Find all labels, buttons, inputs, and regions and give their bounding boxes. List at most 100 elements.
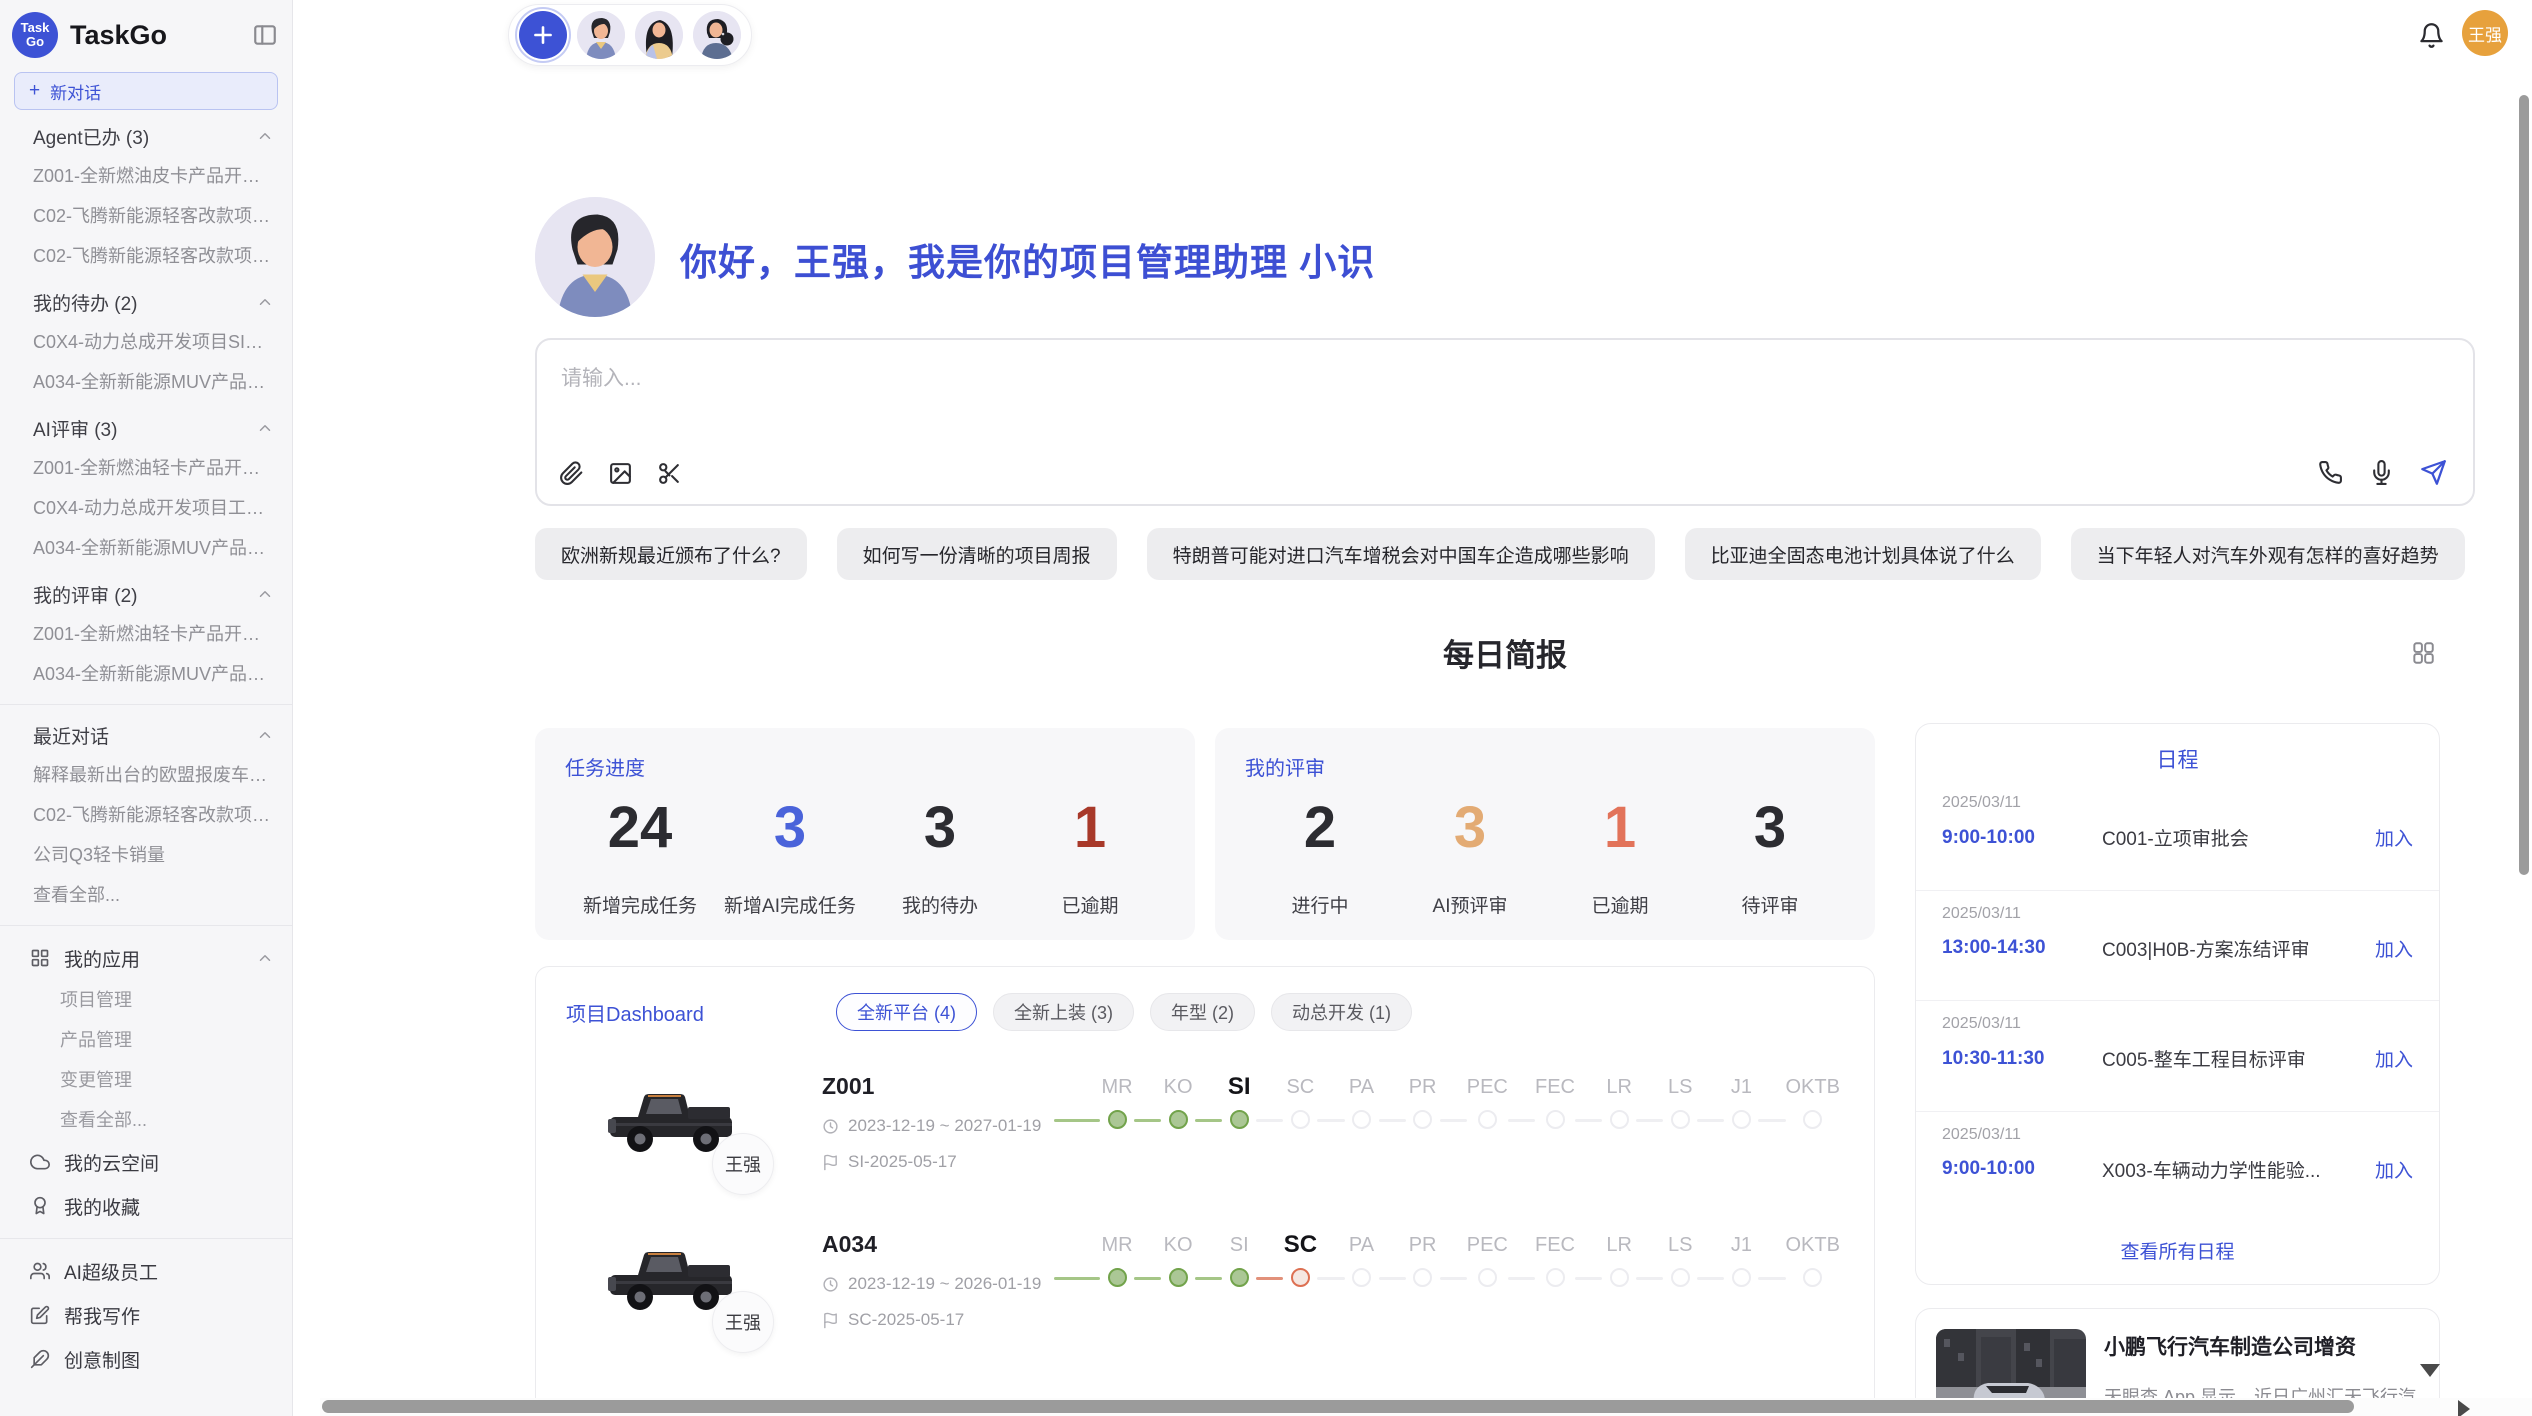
milestone-node: LR	[1602, 1229, 1636, 1287]
send-icon[interactable]	[2420, 459, 2447, 486]
recent-chats-view-all[interactable]: 查看全部...	[0, 875, 292, 915]
project-date-range: 2023-12-19 ~ 2027-01-19	[848, 1116, 1041, 1136]
milestone-dot	[1671, 1110, 1690, 1129]
milestone-dot	[1732, 1268, 1751, 1287]
section-header-my-todo[interactable]: 我的待办 (2)	[0, 282, 292, 322]
schedule-event[interactable]: 2025/03/11 13:00-14:30 C003|H0B-方案冻结评审 加…	[1916, 890, 2439, 1001]
milestone-node: FEC	[1535, 1071, 1575, 1129]
sidebar-item[interactable]: Z001-全新燃油轻卡产品开发项目SI节点属性5D文件评审	[0, 614, 292, 654]
sidebar-item[interactable]: C0X4-动力总成开发项目SI里程碑提交物检查	[0, 322, 292, 362]
assistant-avatar-1[interactable]	[577, 11, 625, 59]
schedule-event[interactable]: 2025/03/11 9:00-10:00 X003-车辆动力学性能验... 加…	[1916, 1111, 2439, 1222]
section-header-my-apps[interactable]: 我的应用	[0, 936, 292, 980]
scissors-icon[interactable]	[657, 461, 682, 486]
milestone-dot	[1108, 1268, 1127, 1287]
event-time: 13:00-14:30	[1942, 937, 2102, 959]
assistant-avatar-2[interactable]	[635, 11, 683, 59]
suggestion-chip[interactable]: 当下年轻人对汽车外观有怎样的喜好趋势	[2071, 528, 2465, 580]
project-milestone-flag: SI-2025-05-17	[848, 1152, 957, 1172]
new-chat-button[interactable]: + 新对话	[14, 72, 278, 110]
vertical-scrollbar[interactable]	[2519, 95, 2529, 875]
section-header-my-review[interactable]: 我的评审 (2)	[0, 574, 292, 614]
sidebar-item[interactable]: Z001-全新燃油轻卡产品开发项目SI造型提交物评审	[0, 448, 292, 488]
sidebar-item-help-me-write[interactable]: 帮我写作	[0, 1293, 292, 1337]
section-header-agent-done[interactable]: Agent已办 (3)	[0, 116, 292, 156]
milestone-segment	[1440, 1119, 1467, 1122]
phone-call-icon[interactable]	[2318, 460, 2343, 485]
recent-chat-item[interactable]: C02-飞腾新能源轻客改款项目的闭环通告反馈情况	[0, 795, 292, 835]
milestone-segment	[1697, 1277, 1724, 1280]
image-icon[interactable]	[608, 461, 633, 486]
stat-value: 3	[715, 797, 865, 859]
page: Task Go TaskGo + 新对话 Agent已办 (3) Z001-全新…	[0, 0, 2532, 1416]
sidebar-item[interactable]: Z001-全新燃油皮卡产品开发项目SI节点Lesson Learn报告	[0, 156, 292, 196]
milestone-node: SI	[1222, 1071, 1256, 1129]
sidebar-item-favorites[interactable]: 我的收藏	[0, 1184, 292, 1228]
filter-powertrain[interactable]: 动总开发 (1)	[1271, 993, 1412, 1031]
apps-view-all[interactable]: 查看全部...	[0, 1100, 292, 1140]
sidebar-item[interactable]: C0X4-动力总成开发项目工程变更评审	[0, 488, 292, 528]
sidebar-item[interactable]: A034-全新新能源MUV产品开发项目法规符合性评审	[0, 528, 292, 568]
project-row[interactable]: 王强 Z001 2023-12-19 ~ 2027-01-19 SI-2025-…	[536, 1071, 1874, 1173]
suggestion-chip[interactable]: 特朗普可能对进口汽车增税会对中国车企造成哪些影响	[1147, 528, 1655, 580]
join-button[interactable]: 加入	[2375, 1156, 2413, 1183]
sidebar-collapse-icon[interactable]	[252, 22, 278, 48]
sidebar-item[interactable]: A034-全新新能源MUV产品开发项目计划变更表编写	[0, 362, 292, 402]
sidebar-item-cloud-space[interactable]: 我的云空间	[0, 1140, 292, 1184]
sidebar-item-ai-super-staff[interactable]: AI超级员工	[0, 1249, 292, 1293]
section-header-ai-review[interactable]: AI评审 (3)	[0, 408, 292, 448]
horizontal-scrollbar-track[interactable]	[320, 1398, 2532, 1416]
sidebar-item-project-mgmt[interactable]: 项目管理	[0, 980, 292, 1020]
attachment-icon[interactable]	[559, 461, 584, 486]
microphone-icon[interactable]	[2369, 460, 2394, 485]
suggestion-chip[interactable]: 比亚迪全固态电池计划具体说了什么	[1685, 528, 2041, 580]
user-avatar[interactable]: 王强	[2462, 10, 2508, 56]
sidebar-item-product-mgmt[interactable]: 产品管理	[0, 1020, 292, 1060]
view-all-schedule-link[interactable]: 查看所有日程	[1916, 1221, 2439, 1284]
section-title: 我的待办 (2)	[33, 289, 256, 316]
milestone-node: PR	[1406, 1071, 1440, 1129]
chat-input[interactable]	[559, 366, 2159, 392]
scroll-right-arrow-icon[interactable]	[2458, 1400, 2470, 1416]
filter-model-year[interactable]: 年型 (2)	[1150, 993, 1255, 1031]
recent-chat-item[interactable]: 解释最新出台的欧盟报废车法规再生塑料比例被调至15%...	[0, 755, 292, 795]
filter-all-new-platform[interactable]: 全新平台 (4)	[836, 993, 977, 1031]
join-button[interactable]: 加入	[2375, 1045, 2413, 1072]
milestone-segment	[1379, 1119, 1406, 1122]
sidebar-item[interactable]: C02-飞腾新能源轻客改款项目立项汇报方案	[0, 236, 292, 276]
notification-bell-icon[interactable]	[2418, 22, 2445, 49]
project-row[interactable]: 王强 A034 2023-12-19 ~ 2026-01-19 SC-2025-…	[536, 1229, 1874, 1331]
suggestion-chip[interactable]: 如何写一份清晰的项目周报	[837, 528, 1117, 580]
project-info: A034 2023-12-19 ~ 2026-01-19 SC-2025-05-…	[822, 1229, 1054, 1330]
schedule-event[interactable]: 2025/03/11 10:30-11:30 C005-整车工程目标评审 加入	[1916, 1000, 2439, 1111]
add-assistant-button[interactable]	[519, 11, 567, 59]
milestone-segment	[1575, 1277, 1602, 1280]
milestone-segment	[1508, 1119, 1535, 1122]
assistant-avatar-3[interactable]	[693, 11, 741, 59]
sidebar-item-label: 我的云空间	[64, 1149, 159, 1176]
milestone-dot	[1291, 1268, 1310, 1287]
sidebar-item-creative-drawing[interactable]: 创意制图	[0, 1337, 292, 1381]
join-button[interactable]: 加入	[2375, 824, 2413, 851]
sidebar-item-change-mgmt[interactable]: 变更管理	[0, 1060, 292, 1100]
milestone-node: SI	[1222, 1229, 1256, 1287]
dashboard-header: 项目Dashboard 全新平台 (4) 全新上装 (3) 年型 (2) 动总开…	[536, 967, 1874, 1031]
briefing-layout-grid-icon[interactable]	[2410, 640, 2436, 666]
stat-label: 我的待办	[865, 891, 1015, 918]
sidebar-item[interactable]: C02-飞腾新能源轻客改款项目里程碑画布	[0, 196, 292, 236]
suggestion-chip[interactable]: 欧洲新规最近颁布了什么?	[535, 528, 807, 580]
milestone-segment	[1636, 1277, 1663, 1280]
greeting-text: 你好，王强，我是你的项目管理助理 小识	[680, 232, 1375, 286]
join-button[interactable]: 加入	[2375, 935, 2413, 962]
input-toolbar-right	[2318, 459, 2447, 486]
section-header-recent-chats[interactable]: 最近对话	[0, 715, 292, 755]
scroll-down-arrow-icon[interactable]	[2420, 1364, 2440, 1377]
milestone-node: LR	[1602, 1071, 1636, 1129]
schedule-event[interactable]: 2025/03/11 9:00-10:00 C001-立项审批会 加入	[1916, 780, 2439, 890]
recent-chat-item[interactable]: 公司Q3轻卡销量	[0, 835, 292, 875]
horizontal-scrollbar[interactable]	[322, 1400, 2354, 1413]
filter-new-body[interactable]: 全新上装 (3)	[993, 993, 1134, 1031]
sidebar-item-label: 我的收藏	[64, 1193, 140, 1220]
milestone-node: KO	[1161, 1071, 1195, 1129]
sidebar-item[interactable]: A034-全新新能源MUV产品开发项目造型可行性评审	[0, 654, 292, 694]
